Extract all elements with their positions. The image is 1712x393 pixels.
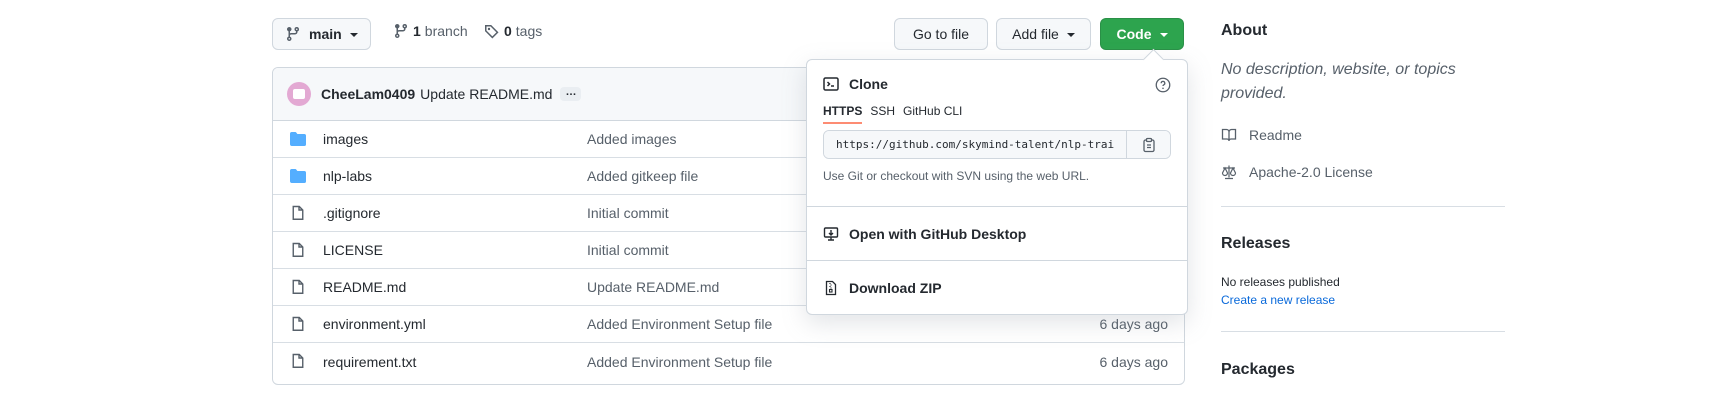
git-branch-icon — [286, 27, 299, 42]
file-icon — [292, 316, 304, 331]
folder-icon — [290, 132, 306, 146]
file-icon — [292, 242, 304, 257]
releases-heading[interactable]: Releases — [1221, 235, 1290, 253]
open-desktop-label: Open with GitHub Desktop — [849, 225, 1027, 242]
about-heading: About — [1221, 22, 1268, 39]
code-button[interactable]: Code — [1100, 18, 1184, 50]
clone-header: Clone — [823, 76, 1171, 92]
chevron-down-icon — [1159, 33, 1168, 37]
tags-link[interactable]: 0 tags — [484, 23, 542, 39]
file-name[interactable]: .gitignore — [323, 205, 381, 221]
chevron-down-icon — [349, 33, 358, 37]
file-name[interactable]: README.md — [323, 279, 406, 295]
file-commit-message[interactable]: Update README.md — [587, 279, 719, 295]
file-icon — [292, 205, 304, 220]
file-name[interactable]: images — [323, 131, 368, 147]
desktop-download-icon — [823, 226, 839, 241]
license-label: Apache-2.0 License — [1249, 164, 1373, 180]
file-name[interactable]: requirement.txt — [323, 354, 416, 370]
table-row: requirement.txt Added Environment Setup f… — [273, 343, 1184, 380]
about-description: No description, website, or topics provi… — [1221, 61, 1456, 102]
code-dropdown-menu: Clone HTTPS SSH GitHub CLI Use Git or ch… — [806, 59, 1188, 315]
tags-count: 0 — [504, 23, 512, 39]
file-name[interactable]: nlp-labs — [323, 168, 372, 184]
tag-icon — [485, 25, 499, 39]
branch-name: main — [309, 26, 342, 42]
clipboard-icon — [1142, 137, 1155, 152]
commit-message[interactable]: Update README.md — [420, 86, 552, 102]
commit-author[interactable]: CheeLam0409 — [321, 86, 415, 102]
branch-selector-button[interactable]: main — [272, 18, 371, 50]
file-commit-message[interactable]: Initial commit — [587, 242, 669, 258]
folder-icon — [290, 169, 306, 183]
code-label: Code — [1116, 26, 1152, 42]
git-branch-icon — [394, 24, 407, 39]
file-age: 6 days ago — [1099, 316, 1169, 332]
clone-section: Clone HTTPS SSH GitHub CLI Use Git or ch… — [807, 60, 1187, 207]
file-commit-message[interactable]: Added Environment Setup file — [587, 316, 772, 332]
terminal-icon — [823, 77, 839, 91]
copy-url-button[interactable] — [1126, 131, 1170, 158]
tab-https[interactable]: HTTPS — [823, 104, 863, 124]
clone-hint: Use Git or checkout with SVN using the w… — [823, 169, 1090, 183]
packages-heading[interactable]: Packages — [1221, 361, 1295, 379]
file-commit-message[interactable]: Added images — [587, 131, 677, 147]
book-icon — [1221, 128, 1237, 142]
add-file-button[interactable]: Add file — [996, 18, 1091, 50]
download-zip-label: Download ZIP — [849, 280, 942, 296]
readme-label: Readme — [1249, 127, 1302, 143]
file-commit-message[interactable]: Initial commit — [587, 205, 669, 221]
go-to-file-button[interactable]: Go to file — [894, 18, 988, 50]
file-commit-message[interactable]: Added gitkeep file — [587, 168, 698, 184]
clone-tabs: HTTPS SSH GitHub CLI — [823, 104, 1171, 124]
chevron-down-icon — [1066, 33, 1075, 37]
license-link[interactable]: Apache-2.0 License — [1221, 164, 1373, 180]
file-icon — [292, 353, 304, 368]
sidebar-divider — [1221, 331, 1505, 332]
branches-count: 1 — [413, 23, 421, 39]
question-icon[interactable] — [1155, 77, 1171, 93]
expand-commit-button[interactable]: … — [560, 87, 582, 101]
file-name[interactable]: environment.yml — [323, 316, 426, 332]
tab-ssh[interactable]: SSH — [870, 104, 895, 124]
sidebar-divider — [1221, 206, 1505, 207]
branches-link[interactable]: 1 branch — [393, 23, 468, 39]
clone-title: Clone — [849, 76, 888, 92]
file-icon — [292, 279, 304, 294]
no-releases-text: No releases published — [1221, 275, 1340, 289]
file-age: 6 days ago — [1099, 353, 1169, 370]
download-zip-menu-item[interactable]: Download ZIP — [807, 261, 1187, 315]
add-file-label: Add file — [1012, 26, 1059, 42]
law-icon — [1221, 165, 1237, 180]
clone-url-group — [823, 130, 1171, 159]
clone-url-input[interactable] — [824, 131, 1126, 158]
avatar[interactable] — [287, 82, 311, 106]
branches-label: branch — [424, 23, 468, 39]
open-desktop-menu-item[interactable]: Open with GitHub Desktop — [807, 207, 1187, 261]
file-name[interactable]: LICENSE — [323, 242, 383, 258]
create-release-link[interactable]: Create a new release — [1221, 293, 1335, 307]
tab-github-cli[interactable]: GitHub CLI — [903, 104, 962, 124]
tags-label: tags — [515, 23, 543, 39]
file-commit-message[interactable]: Added Environment Setup file — [587, 354, 772, 370]
readme-link[interactable]: Readme — [1221, 127, 1302, 143]
file-zip-icon — [825, 280, 837, 296]
